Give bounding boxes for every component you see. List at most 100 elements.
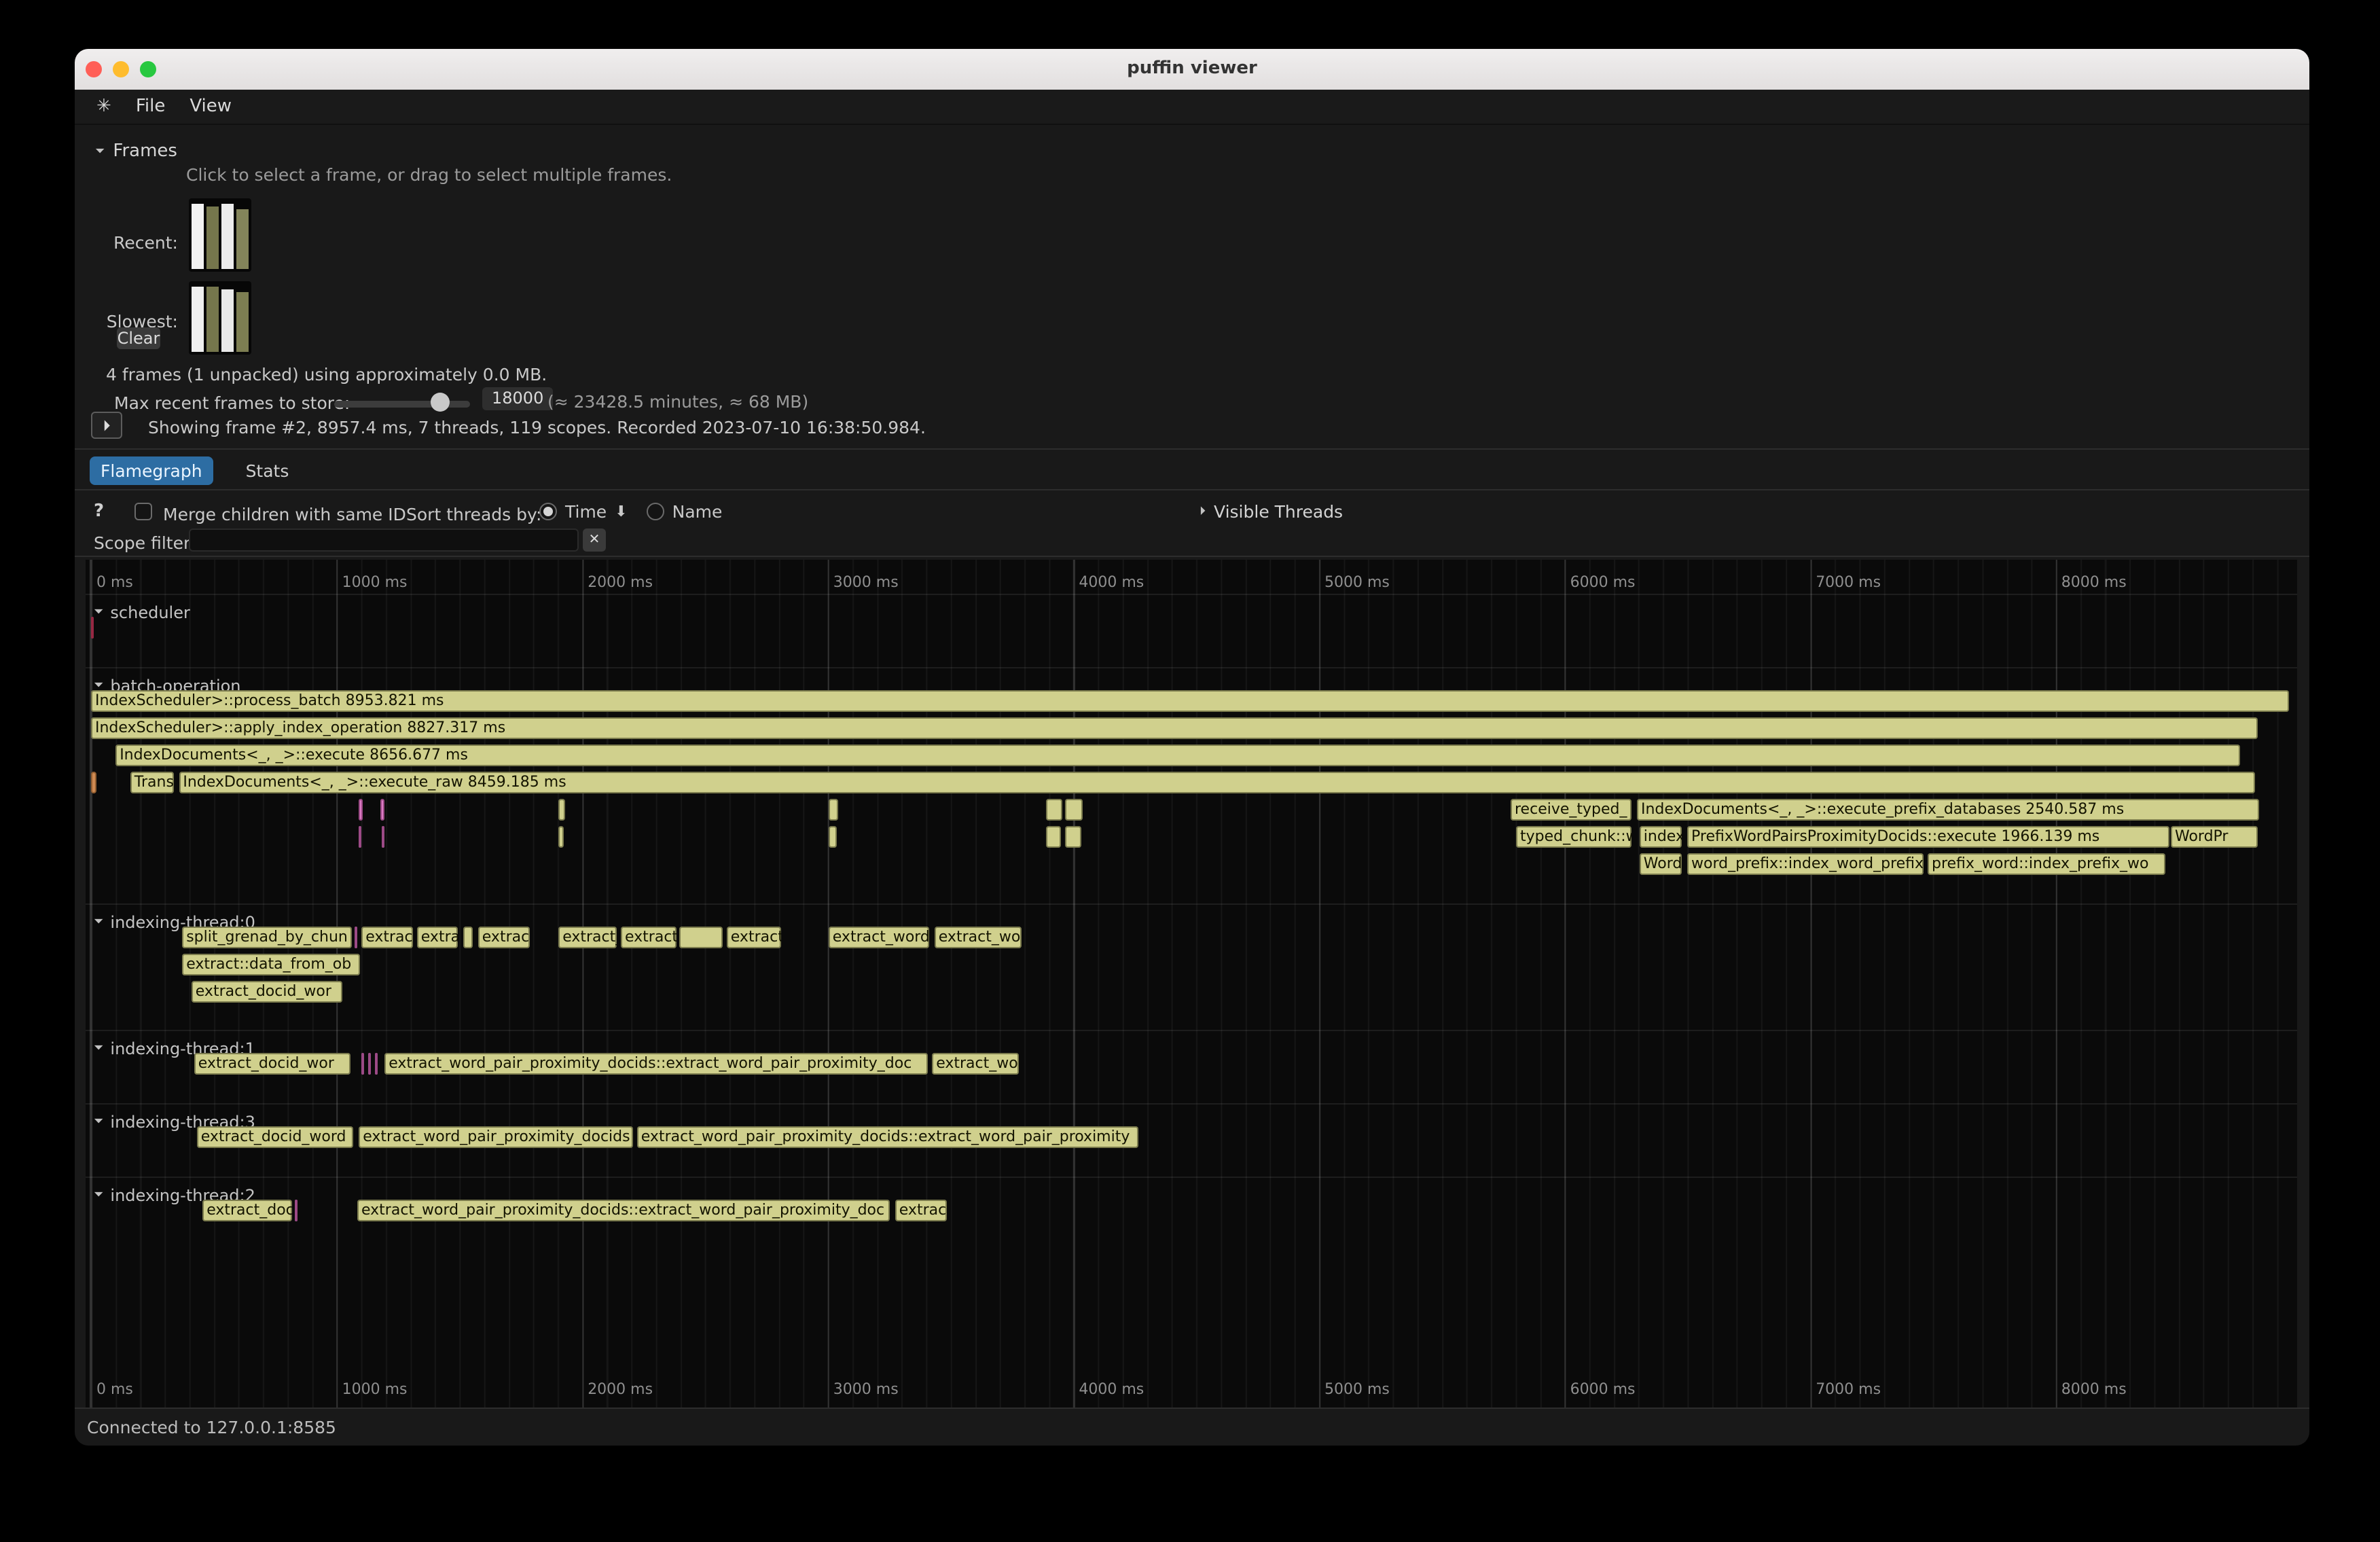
scope-bar[interactable]: extrac [895,1200,946,1221]
scope-bar[interactable]: IndexScheduler>::process_batch 8953.821 … [91,690,2289,712]
scope-bar[interactable] [359,799,363,821]
max-frames-value[interactable]: 18000 [482,387,553,410]
merge-children-checkbox[interactable] [134,503,152,520]
scope-bar[interactable]: extract [361,927,412,948]
scope-bar[interactable]: extract_ [621,927,676,948]
scope-bar[interactable] [463,927,473,948]
radio-icon[interactable] [539,503,557,520]
scope-bar[interactable] [559,826,564,848]
frame-thumbnail[interactable] [236,292,249,352]
thread-header-scheduler[interactable]: ⏷scheduler [94,603,190,622]
scope-bar[interactable] [295,1200,298,1221]
minimize-button[interactable] [113,61,129,77]
menu-item-view[interactable]: View [190,96,232,117]
frame-thumbnail[interactable] [221,289,234,352]
scope-bar[interactable] [381,826,384,848]
scope-bar[interactable]: typed_chunk::w [1516,826,1631,848]
scope-bar[interactable] [829,826,837,848]
scope-bar[interactable] [91,617,94,639]
max-frames-slider-track[interactable] [334,401,470,408]
scope-bar[interactable]: Word [1640,853,1682,875]
scope-bar[interactable] [368,1053,371,1075]
title-bar[interactable]: puffin viewer [75,49,2309,90]
scope-bar[interactable]: extract_wo [932,1053,1018,1075]
frame-thumbnail[interactable] [206,207,219,269]
thread-section-divider [86,594,2297,595]
flamegraph-canvas[interactable]: 0 ms1000 ms2000 ms3000 ms4000 ms5000 ms6… [86,560,2297,1407]
scope-bar[interactable]: extract_word [829,927,930,948]
scope-bar[interactable]: extract_word_pair_proximity_docids [359,1126,632,1148]
scope-bar[interactable]: extract_ [558,927,617,948]
scope-bar[interactable]: extrac [478,927,529,948]
scope-bar[interactable]: extract_docid_wor [192,981,343,1003]
scope-bar[interactable]: prefix_word::index_prefix_wo [1928,853,2165,875]
scope-bar[interactable]: PrefixWordPairsProximityDocids::execute … [1687,826,2169,848]
scope-bar[interactable]: extract_word_pair_proximity_docids::extr… [357,1200,890,1221]
scope-bar[interactable]: extract [727,927,781,948]
frame-thumbnail[interactable] [192,204,204,269]
scope-bar[interactable]: extract_doc [202,1200,292,1221]
sort-threads-label: Sort threads by: [406,504,541,524]
help-button[interactable]: ? [94,501,104,522]
scope-label: IndexScheduler>::apply_index_operation 8… [91,717,2258,739]
scope-bar[interactable]: receive_typed_ [1511,799,1631,821]
scope-bar[interactable]: extra [417,927,457,948]
scope-bar[interactable] [361,1053,364,1075]
frame-thumbnail[interactable] [221,204,234,269]
recent-frames-label: Recent: [88,232,178,253]
clear-button[interactable]: Clear [117,327,160,349]
frame-thumbnail[interactable] [206,287,219,352]
scope-bar[interactable]: extract_wo [935,927,1021,948]
slowest-frames-strip[interactable] [189,281,251,355]
max-frames-label: Max recent frames to store: [114,393,350,413]
scope-bar[interactable] [558,799,565,821]
scope-bar[interactable] [91,772,96,793]
scope-bar[interactable]: extract::data_from_ob [182,954,359,975]
tab-flamegraph[interactable]: Flamegraph [90,456,213,485]
clear-filter-button[interactable]: ✕ [583,528,606,552]
scope-bar[interactable]: IndexScheduler>::apply_index_operation 8… [91,717,2258,739]
scope-bar[interactable] [375,1053,378,1075]
scope-bar[interactable]: IndexDocuments<_, _>::execute_raw 8459.1… [179,772,2255,793]
sort-direction-icon[interactable]: ⬇ [615,503,627,520]
close-button[interactable] [86,61,102,77]
visible-threads-header[interactable]: ⏵ Visible Threads [1200,501,1343,522]
scope-bar[interactable]: extract_docid_word [197,1126,353,1148]
tab-stats[interactable]: Stats [235,456,300,485]
scope-bar[interactable] [1064,799,1082,821]
sort-option-time[interactable]: Time⬇ [539,501,628,522]
scope-bar[interactable]: split_grenad_by_chun [182,927,351,948]
scope-bar[interactable]: extract_docid_wor [194,1053,350,1075]
zoom-button[interactable] [140,61,156,77]
scope-bar[interactable] [355,927,357,948]
recent-frames-strip[interactable] [189,198,251,272]
frames-section-header[interactable]: ⏷ Frames [95,141,177,162]
frame-thumbnail[interactable] [236,209,249,269]
scope-bar[interactable]: word_prefix::index_word_prefix_ [1687,853,1923,875]
scope-bar[interactable]: index [1640,826,1682,848]
thread-section-divider [86,903,2297,905]
theme-toggle-icon[interactable]: ✳ [96,96,111,117]
frame-thumbnail[interactable] [192,287,204,352]
scope-bar[interactable] [381,799,384,821]
scope-filter-input[interactable] [189,528,579,552]
scope-bar[interactable]: IndexDocuments<_, _>::execute_prefix_dat… [1637,799,2260,821]
scope-bar[interactable] [829,799,838,821]
scope-bar[interactable]: WordPr [2171,826,2257,848]
scope-bar[interactable] [359,826,362,848]
sort-option-name[interactable]: Name [647,501,723,522]
scope-bar[interactable]: IndexDocuments<_, _>::execute 8656.677 m… [115,745,2240,766]
scope-bar[interactable] [1047,826,1062,848]
radio-icon[interactable] [647,503,664,520]
scope-bar[interactable] [679,927,722,948]
scope-bar[interactable]: extract_word_pair_proximity_docids::extr… [384,1053,927,1075]
scope-bar[interactable] [1065,826,1082,848]
merge-children-label[interactable]: Merge children with same ID [163,504,406,524]
scope-bar[interactable]: extract_word_pair_proximity_docids::extr… [637,1126,1139,1148]
scope-bar[interactable]: Trans [130,772,175,793]
play-button[interactable]: ⏵ [91,412,122,439]
menu-item-file[interactable]: File [136,96,166,117]
max-frames-slider-handle[interactable] [431,393,450,412]
scope-label: extract [361,927,412,948]
scope-bar[interactable] [1046,799,1062,821]
